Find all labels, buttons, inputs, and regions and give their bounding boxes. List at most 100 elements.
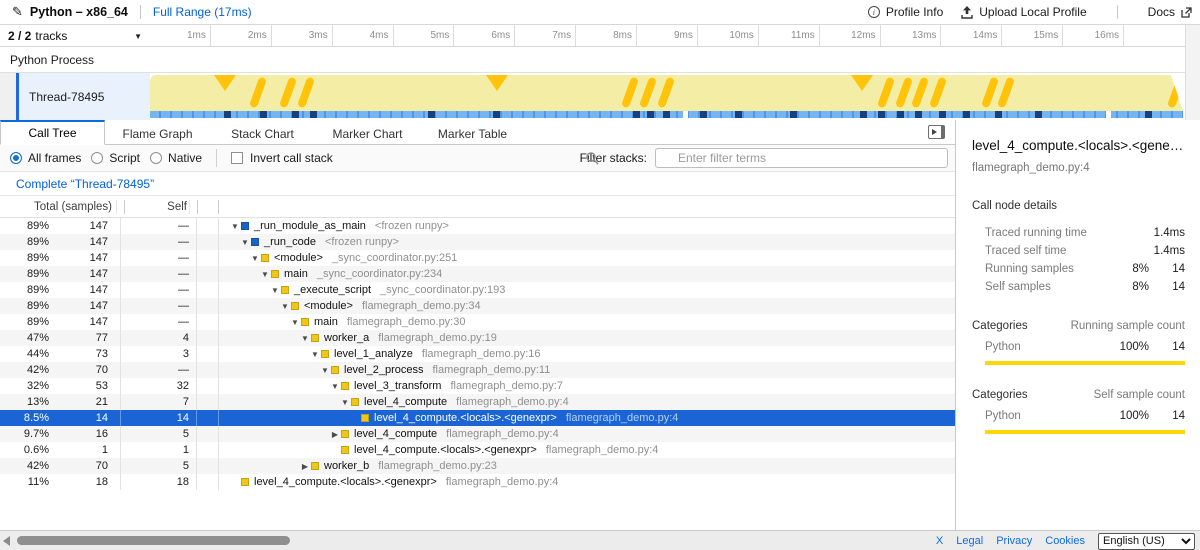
function-name: worker_b bbox=[324, 460, 369, 472]
gc-marker-icon bbox=[911, 77, 929, 109]
twisty-expanded-icon[interactable]: ▼ bbox=[259, 270, 271, 279]
call-tree-row[interactable]: 13%217▼level_4_computeflamegraph_demo.py… bbox=[0, 394, 955, 410]
jank-marker-icon bbox=[851, 75, 873, 91]
timeline-scrollbar-gutter[interactable] bbox=[1185, 25, 1200, 120]
tab-flame-graph[interactable]: Flame Graph bbox=[105, 120, 210, 145]
row-total-samples: 77 bbox=[53, 332, 112, 344]
call-tree-row[interactable]: 89%147—▼mainflamegraph_demo.py:30 bbox=[0, 314, 955, 330]
call-tree-row[interactable]: 89%147—▼_execute_script_sync_coordinator… bbox=[0, 282, 955, 298]
footer-close-button[interactable]: X bbox=[936, 535, 943, 547]
call-tree-row[interactable]: 89%147—▼_run_code<frozen runpy> bbox=[0, 234, 955, 250]
row-cell bbox=[197, 394, 219, 410]
search-icon bbox=[585, 151, 599, 165]
footer-link-legal[interactable]: Legal bbox=[956, 535, 983, 547]
column-self[interactable]: Self bbox=[125, 201, 189, 213]
call-tree-body: 89%147—▼_run_module_as_main<frozen runpy… bbox=[0, 218, 955, 490]
process-track-header[interactable]: Python Process bbox=[0, 47, 1185, 73]
sidebar-toggle-icon[interactable] bbox=[928, 125, 945, 139]
scroll-left-arrow-icon[interactable] bbox=[3, 536, 10, 546]
tracks-dropdown-button[interactable]: 2 / 2 tracks ▼ bbox=[0, 25, 150, 47]
call-tree-row[interactable]: 89%147—▼main_sync_coordinator.py:234 bbox=[0, 266, 955, 282]
function-name: main bbox=[284, 268, 308, 280]
row-cell bbox=[197, 218, 219, 234]
radio-all-frames[interactable] bbox=[10, 152, 22, 164]
twisty-collapsed-icon[interactable]: ▶ bbox=[299, 462, 311, 471]
category-square-icon bbox=[321, 350, 329, 358]
upload-profile-button[interactable]: Upload Local Profile bbox=[961, 5, 1086, 19]
call-tree-row[interactable]: 47%774▼worker_aflamegraph_demo.py:19 bbox=[0, 330, 955, 346]
tab-marker-chart[interactable]: Marker Chart bbox=[315, 120, 420, 145]
twisty-expanded-icon[interactable]: ▼ bbox=[269, 286, 281, 295]
row-tree-cell: level_4_compute.<locals>.<genexpr>flameg… bbox=[219, 476, 955, 488]
call-tree-row[interactable]: 89%147—▼<module>flamegraph_demo.py:34 bbox=[0, 298, 955, 314]
call-tree-row[interactable]: 0.6%11level_4_compute.<locals>.<genexpr>… bbox=[0, 442, 955, 458]
twisty-expanded-icon[interactable]: ▼ bbox=[249, 254, 261, 263]
twisty-expanded-icon[interactable]: ▼ bbox=[309, 350, 321, 359]
twisty-expanded-icon[interactable]: ▼ bbox=[329, 382, 341, 391]
function-name: level_4_compute.<locals>.<genexpr> bbox=[374, 412, 557, 424]
filter-stacks-input[interactable] bbox=[655, 148, 948, 168]
call-tree-row[interactable]: 8.5%1414level_4_compute.<locals>.<genexp… bbox=[0, 410, 955, 426]
column-total-samples[interactable]: Total (samples) bbox=[0, 201, 116, 213]
radio-label[interactable]: All frames bbox=[28, 151, 81, 165]
sidebar-node-file: flamegraph_demo.py:4 bbox=[972, 162, 1185, 174]
thread-track: Thread-78495 bbox=[0, 73, 1185, 120]
call-tree-row[interactable]: 89%147—▼_run_module_as_main<frozen runpy… bbox=[0, 218, 955, 234]
call-tree-row[interactable]: 42%70—▼level_2_processflamegraph_demo.py… bbox=[0, 362, 955, 378]
row-cell bbox=[197, 234, 219, 250]
row-tree-cell: ▼_run_code<frozen runpy> bbox=[219, 236, 955, 248]
twisty-expanded-icon[interactable]: ▼ bbox=[319, 366, 331, 375]
categories-heading: CategoriesSelf sample count bbox=[972, 389, 1185, 401]
breadcrumb-complete-thread[interactable]: Complete “Thread-78495” bbox=[16, 177, 154, 191]
radio-native[interactable] bbox=[150, 152, 162, 164]
invert-call-stack-checkbox[interactable] bbox=[231, 152, 243, 164]
twisty-expanded-icon[interactable]: ▼ bbox=[339, 398, 351, 407]
full-range-button[interactable]: Full Range (17ms) bbox=[153, 5, 252, 19]
call-tree-row[interactable]: 32%5332▼level_3_transformflamegraph_demo… bbox=[0, 378, 955, 394]
radio-script[interactable] bbox=[91, 152, 103, 164]
footer-link-cookies[interactable]: Cookies bbox=[1045, 535, 1085, 547]
row-total-samples: 18 bbox=[53, 476, 112, 488]
row-total-percent: 89% bbox=[0, 220, 53, 232]
thread-activity-canvas[interactable] bbox=[150, 73, 1183, 120]
call-tree-row[interactable]: 42%705▶worker_bflamegraph_demo.py:23 bbox=[0, 458, 955, 474]
radio-label[interactable]: Native bbox=[168, 151, 202, 165]
category-square-icon bbox=[311, 334, 319, 342]
twisty-expanded-icon[interactable]: ▼ bbox=[239, 238, 251, 247]
call-tree-row[interactable]: 11%1818level_4_compute.<locals>.<genexpr… bbox=[0, 474, 955, 490]
row-total-percent: 89% bbox=[0, 252, 53, 264]
tab-stack-chart[interactable]: Stack Chart bbox=[210, 120, 315, 145]
ruler-tick: 15ms bbox=[1002, 25, 1063, 47]
tab-call-tree[interactable]: Call Tree bbox=[0, 120, 105, 145]
radio-label[interactable]: Script bbox=[109, 151, 140, 165]
docs-button[interactable]: Docs bbox=[1148, 5, 1192, 19]
category-square-icon bbox=[261, 254, 269, 262]
sample-mark bbox=[633, 111, 640, 118]
twisty-expanded-icon[interactable]: ▼ bbox=[229, 222, 241, 231]
row-self-samples: 32 bbox=[121, 380, 191, 392]
edit-profile-name-icon[interactable]: ✎ bbox=[12, 4, 23, 20]
language-select[interactable]: English (US) bbox=[1098, 533, 1195, 550]
row-self-samples: — bbox=[121, 220, 191, 232]
twisty-expanded-icon[interactable]: ▼ bbox=[299, 334, 311, 343]
category-value: 14 bbox=[1149, 341, 1185, 353]
row-cell bbox=[112, 266, 121, 282]
row-total-percent: 89% bbox=[0, 316, 53, 328]
thread-label[interactable]: Thread-78495 bbox=[19, 73, 150, 120]
function-name: worker_a bbox=[324, 332, 369, 344]
twisty-collapsed-icon[interactable]: ▶ bbox=[329, 430, 341, 439]
call-tree-row[interactable]: 9.7%165▶level_4_computeflamegraph_demo.p… bbox=[0, 426, 955, 442]
tab-marker-table[interactable]: Marker Table bbox=[420, 120, 525, 145]
call-tree-row[interactable]: 44%733▼level_1_analyzeflamegraph_demo.py… bbox=[0, 346, 955, 362]
sample-mark bbox=[878, 111, 885, 118]
horizontal-scrollbar-thumb[interactable] bbox=[17, 536, 290, 545]
twisty-expanded-icon[interactable]: ▼ bbox=[279, 302, 291, 311]
category-row: Python100%14 bbox=[972, 407, 1185, 425]
gc-marker-icon bbox=[929, 77, 947, 109]
twisty-expanded-icon[interactable]: ▼ bbox=[289, 318, 301, 327]
row-total-samples: 14 bbox=[53, 412, 112, 424]
function-name: _run_code bbox=[264, 236, 316, 248]
footer-link-privacy[interactable]: Privacy bbox=[996, 535, 1032, 547]
call-tree-row[interactable]: 89%147—▼<module>_sync_coordinator.py:251 bbox=[0, 250, 955, 266]
profile-info-button[interactable]: i Profile Info bbox=[868, 5, 943, 19]
